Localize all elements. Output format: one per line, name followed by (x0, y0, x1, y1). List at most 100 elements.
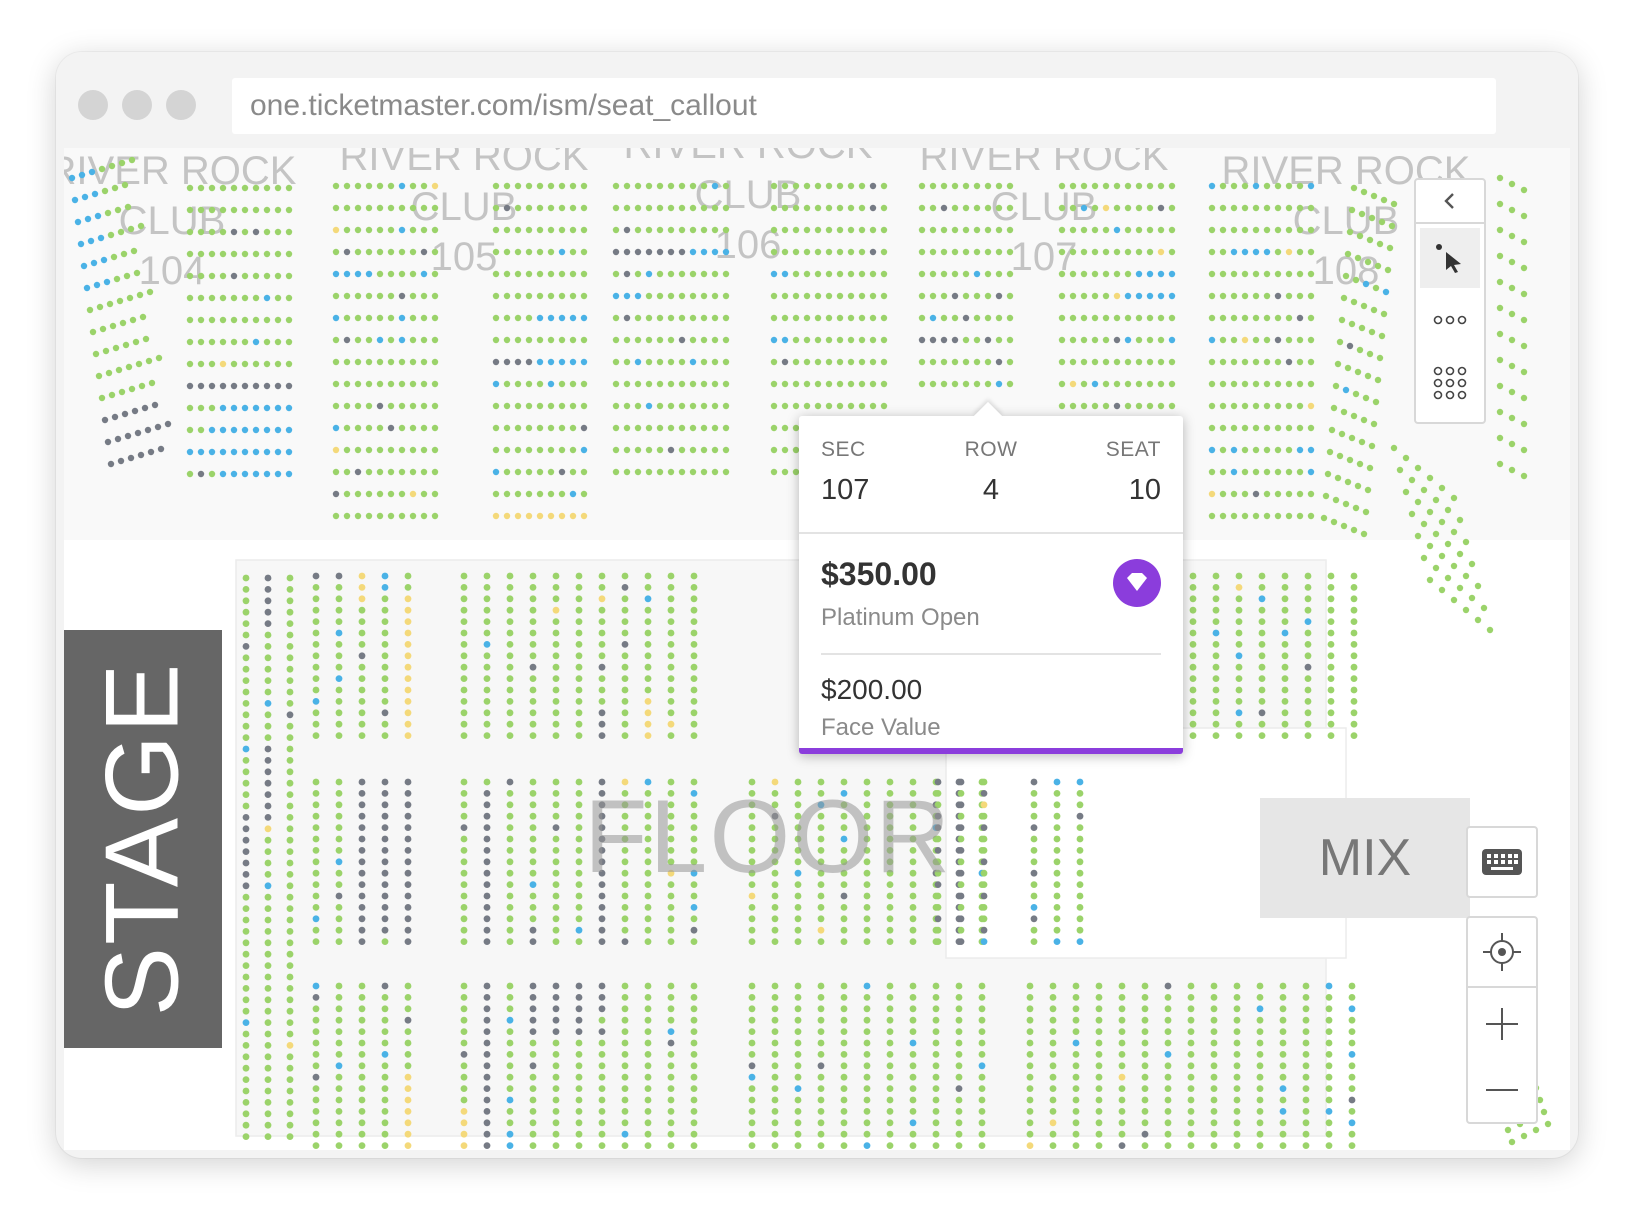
seat[interactable] (1187, 1130, 1195, 1138)
seat[interactable] (404, 915, 412, 923)
seat[interactable] (575, 778, 583, 786)
seat[interactable] (506, 720, 514, 728)
seat[interactable] (667, 904, 675, 911)
seat[interactable] (656, 226, 664, 234)
seat[interactable] (1233, 1108, 1241, 1115)
seat[interactable] (1302, 1016, 1310, 1024)
seat[interactable] (1508, 440, 1516, 448)
seat[interactable] (381, 982, 389, 990)
seat[interactable] (1350, 618, 1358, 625)
seat[interactable] (880, 248, 888, 256)
seat[interactable] (483, 1016, 491, 1024)
seat[interactable] (100, 256, 108, 264)
seat[interactable] (1281, 686, 1289, 694)
seat[interactable] (387, 402, 395, 410)
seat[interactable] (645, 380, 653, 388)
seat[interactable] (667, 994, 675, 1001)
seat[interactable] (460, 698, 468, 705)
seat[interactable] (483, 663, 491, 671)
seat[interactable] (1304, 720, 1312, 728)
seat[interactable] (483, 1062, 491, 1070)
seat[interactable] (1370, 420, 1378, 428)
seat[interactable] (1414, 532, 1422, 540)
seat[interactable] (514, 204, 522, 212)
seat[interactable] (1072, 1062, 1080, 1070)
seat[interactable] (621, 1062, 629, 1070)
seat[interactable] (1496, 434, 1504, 442)
seat[interactable] (506, 595, 514, 603)
seat[interactable] (1285, 314, 1293, 322)
seat[interactable] (332, 446, 340, 454)
seat[interactable] (1241, 358, 1249, 366)
seat[interactable] (1030, 892, 1038, 900)
seat[interactable] (598, 1051, 606, 1058)
seat[interactable] (847, 292, 855, 300)
seat[interactable] (264, 1099, 272, 1106)
seat[interactable] (264, 905, 272, 912)
seat[interactable] (1219, 424, 1227, 432)
seat[interactable] (1325, 1085, 1333, 1092)
seat[interactable] (503, 490, 511, 498)
seat[interactable] (1256, 1005, 1264, 1013)
seat[interactable] (794, 1005, 802, 1013)
seat[interactable] (1135, 380, 1143, 388)
seat[interactable] (128, 385, 136, 393)
seat[interactable] (387, 490, 395, 498)
seat[interactable] (803, 270, 811, 278)
seat[interactable] (1053, 801, 1061, 809)
seat[interactable] (598, 1108, 606, 1115)
seat[interactable] (880, 380, 888, 388)
seat[interactable] (1208, 292, 1216, 300)
seat[interactable] (335, 1096, 343, 1104)
seat[interactable] (840, 1085, 848, 1092)
seat[interactable] (335, 858, 343, 866)
seat[interactable] (598, 1085, 606, 1092)
seat[interactable] (711, 248, 719, 256)
seat[interactable] (503, 336, 511, 344)
seat[interactable] (621, 1005, 629, 1013)
seat[interactable] (460, 618, 468, 625)
seat[interactable] (1368, 328, 1376, 336)
seat[interactable] (460, 572, 468, 580)
seat[interactable] (404, 1039, 412, 1047)
seat[interactable] (1320, 514, 1328, 522)
seat[interactable] (886, 1028, 894, 1035)
seat[interactable] (1456, 550, 1464, 558)
seat[interactable] (1281, 675, 1289, 682)
seat[interactable] (817, 926, 825, 934)
seat[interactable] (1118, 1130, 1126, 1138)
seat[interactable] (558, 336, 566, 344)
seat[interactable] (962, 204, 970, 212)
seat[interactable] (711, 358, 719, 366)
seat[interactable] (1540, 1108, 1548, 1116)
seat[interactable] (492, 490, 500, 498)
seat[interactable] (1095, 982, 1103, 990)
seat[interactable] (748, 1096, 756, 1104)
zoom-out-icon[interactable] (1468, 1058, 1536, 1122)
seat[interactable] (711, 424, 719, 432)
seat[interactable] (1030, 847, 1038, 854)
seat[interactable] (1219, 468, 1227, 476)
seat[interactable] (1069, 226, 1077, 234)
seat[interactable] (381, 778, 389, 786)
seat[interactable] (598, 982, 606, 990)
seat[interactable] (286, 905, 294, 912)
seat[interactable] (483, 698, 491, 705)
seat[interactable] (88, 168, 96, 176)
seat[interactable] (558, 424, 566, 432)
seat[interactable] (1346, 456, 1354, 464)
seat[interactable] (1334, 360, 1342, 368)
seat[interactable] (506, 663, 514, 671)
seat[interactable] (770, 402, 778, 410)
seat[interactable] (197, 294, 205, 302)
seat[interactable] (1208, 182, 1216, 190)
seat[interactable] (358, 641, 366, 648)
seat[interactable] (957, 812, 965, 820)
seat[interactable] (483, 686, 491, 694)
seat[interactable] (1396, 466, 1404, 474)
seat[interactable] (1235, 584, 1243, 591)
seat[interactable] (547, 314, 555, 322)
seat[interactable] (951, 248, 959, 256)
seat[interactable] (1187, 1085, 1195, 1092)
seat[interactable] (1241, 402, 1249, 410)
